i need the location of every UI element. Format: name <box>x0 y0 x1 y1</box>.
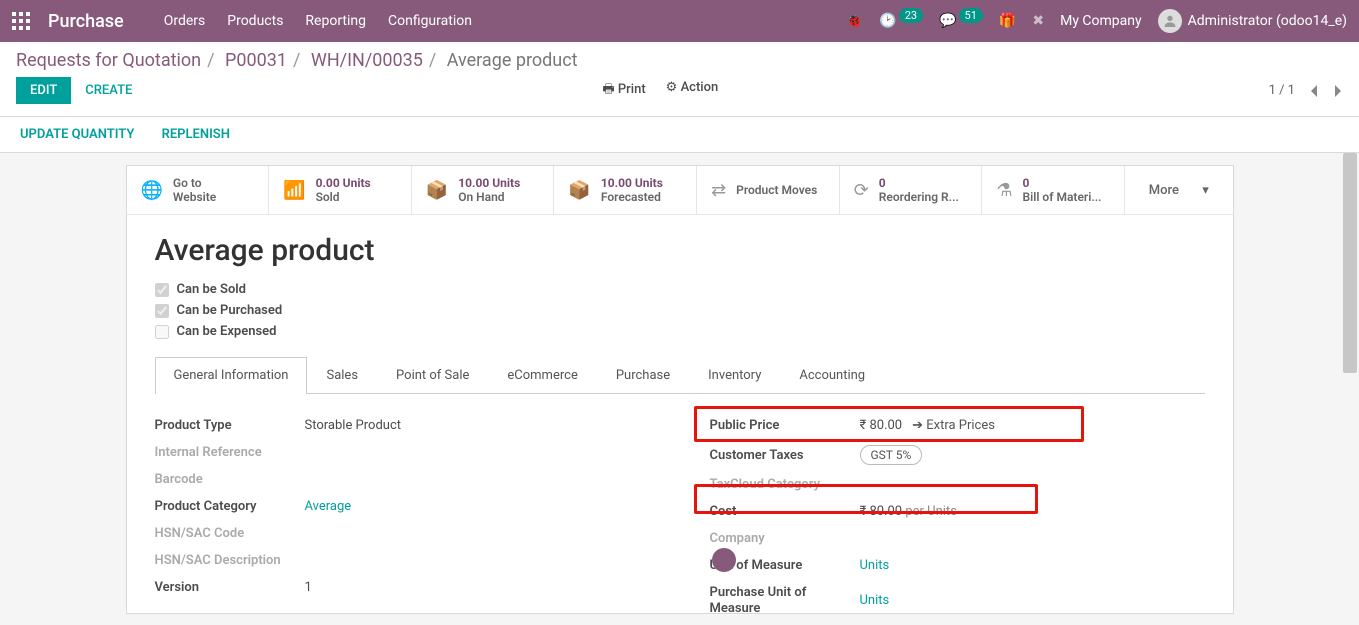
messaging-icon[interactable]: 💬51 <box>939 13 983 29</box>
right-column: Public Price₹ 80.00➔ Extra Prices Custom… <box>710 412 1205 614</box>
cursor-indicator <box>712 548 736 572</box>
left-column: Product TypeStorable Product Internal Re… <box>155 412 650 614</box>
stat-onhand[interactable]: 📦10.00 UnitsOn Hand <box>412 166 555 214</box>
can-be-expensed[interactable]: Can be Expensed <box>155 324 1205 339</box>
activity-icon[interactable]: 🕑23 <box>879 13 923 29</box>
tab-general[interactable]: General Information <box>155 357 308 394</box>
scrollbar[interactable] <box>1343 153 1357 373</box>
refresh-icon: ⟳ <box>854 180 869 201</box>
flask-icon: ⚗ <box>996 180 1012 201</box>
value-category[interactable]: Average <box>305 499 352 514</box>
stat-bom[interactable]: ⚗0Bill of Materi... <box>982 166 1125 214</box>
can-be-sold[interactable]: Can be Sold <box>155 282 1205 297</box>
value-uom[interactable]: Units <box>860 558 890 573</box>
action-button[interactable]: ⚙ Action <box>666 80 719 102</box>
value-version: 1 <box>305 580 312 595</box>
label-hsn: HSN/SAC Code <box>155 526 305 541</box>
tab-ecommerce[interactable]: eCommerce <box>488 357 596 393</box>
label-product-type: Product Type <box>155 418 305 433</box>
menu-configuration[interactable]: Configuration <box>388 13 472 29</box>
control-panel: Requests for Quotation/ P00031/ WH/IN/00… <box>0 42 1359 117</box>
form-view: 🌐Go toWebsite 📶0.00 UnitsSold 📦10.00 Uni… <box>0 153 1359 614</box>
breadcrumb-rfq[interactable]: Requests for Quotation <box>16 50 201 71</box>
pager-prev-icon[interactable] <box>1309 84 1319 98</box>
stat-moves[interactable]: ⇄Product Moves <box>697 166 840 214</box>
breadcrumb: Requests for Quotation/ P00031/ WH/IN/00… <box>16 50 1343 71</box>
pager-next-icon[interactable] <box>1333 84 1343 98</box>
update-quantity-button[interactable]: UPDATE QUANTITY <box>20 127 134 142</box>
label-customer-taxes: Customer Taxes <box>710 448 860 463</box>
create-button[interactable]: CREATE <box>85 83 132 98</box>
user-menu[interactable]: Administrator (odoo14_e) <box>1158 9 1347 33</box>
boxes-icon: 📦 <box>568 180 590 201</box>
label-category: Product Category <box>155 499 305 514</box>
globe-icon: 🌐 <box>141 180 163 201</box>
tab-purchase[interactable]: Purchase <box>597 357 689 393</box>
stat-forecast[interactable]: 📦10.00 UnitsForecasted <box>554 166 697 214</box>
stat-reorder[interactable]: ⟳0Reordering R... <box>840 166 983 214</box>
notebook-tabs: General Information Sales Point of Sale … <box>155 357 1205 394</box>
bug-icon[interactable]: 🐞 <box>846 13 863 29</box>
main-menu: Orders Products Reporting Configuration <box>164 13 472 29</box>
tab-inventory[interactable]: Inventory <box>689 357 780 393</box>
stat-website[interactable]: 🌐Go toWebsite <box>127 166 270 214</box>
breadcrumb-transfer[interactable]: WH/IN/00035 <box>311 50 423 71</box>
form-sheet: 🌐Go toWebsite 📶0.00 UnitsSold 📦10.00 Uni… <box>126 165 1234 614</box>
app-name: Purchase <box>48 11 124 32</box>
avatar-icon <box>1158 9 1182 33</box>
tab-sales[interactable]: Sales <box>307 357 377 393</box>
status-bar: UPDATE QUANTITY REPLENISH <box>0 117 1359 153</box>
apps-icon[interactable] <box>12 12 30 30</box>
chart-icon: 📶 <box>283 180 305 201</box>
breadcrumb-current: Average product <box>447 50 578 71</box>
value-purchase-uom[interactable]: Units <box>860 593 890 608</box>
systray: 🐞 🕑23 💬51 🎁 ✖ My Company Administrator (… <box>846 9 1347 33</box>
caret-down-icon: ▾ <box>1202 183 1209 198</box>
can-be-purchased[interactable]: Can be Purchased <box>155 303 1205 318</box>
breadcrumb-po[interactable]: P00031 <box>225 50 287 71</box>
product-name: Average product <box>155 233 1205 268</box>
company-switcher[interactable]: My Company <box>1060 13 1142 29</box>
edit-button[interactable]: EDIT <box>16 77 71 104</box>
label-company: Company <box>710 531 860 546</box>
pager-count: 1 / 1 <box>1269 83 1295 98</box>
label-hsn-desc: HSN/SAC Description <box>155 553 305 568</box>
user-name: Administrator (odoo14_e) <box>1188 13 1347 29</box>
label-barcode: Barcode <box>155 472 305 487</box>
pager: 1 / 1 <box>1269 83 1343 98</box>
label-purchase-uom: Purchase Unit of Measure <box>710 585 860 614</box>
highlight-cost <box>694 484 1038 514</box>
boxes-icon: 📦 <box>426 180 448 201</box>
tab-pos[interactable]: Point of Sale <box>377 357 488 393</box>
print-button[interactable]: 🖶 Print <box>602 80 645 102</box>
gift-icon[interactable]: 🎁 <box>999 13 1016 29</box>
menu-orders[interactable]: Orders <box>164 13 206 29</box>
exchange-icon: ⇄ <box>711 180 726 201</box>
label-internal-ref: Internal Reference <box>155 445 305 460</box>
value-customer-taxes: GST 5% <box>860 445 923 465</box>
value-product-type: Storable Product <box>305 418 402 433</box>
menu-reporting[interactable]: Reporting <box>305 13 366 29</box>
menu-products[interactable]: Products <box>227 13 283 29</box>
label-version: Version <box>155 580 305 595</box>
stat-sold[interactable]: 📶0.00 UnitsSold <box>269 166 412 214</box>
tab-accounting[interactable]: Accounting <box>780 357 884 393</box>
top-menu-bar: Purchase Orders Products Reporting Confi… <box>0 0 1359 42</box>
tools-icon[interactable]: ✖ <box>1032 13 1044 29</box>
stat-more[interactable]: More ▾ <box>1125 166 1233 214</box>
stat-buttons: 🌐Go toWebsite 📶0.00 UnitsSold 📦10.00 Uni… <box>127 166 1233 215</box>
replenish-button[interactable]: REPLENISH <box>162 127 230 142</box>
highlight-public-price <box>694 406 1084 442</box>
